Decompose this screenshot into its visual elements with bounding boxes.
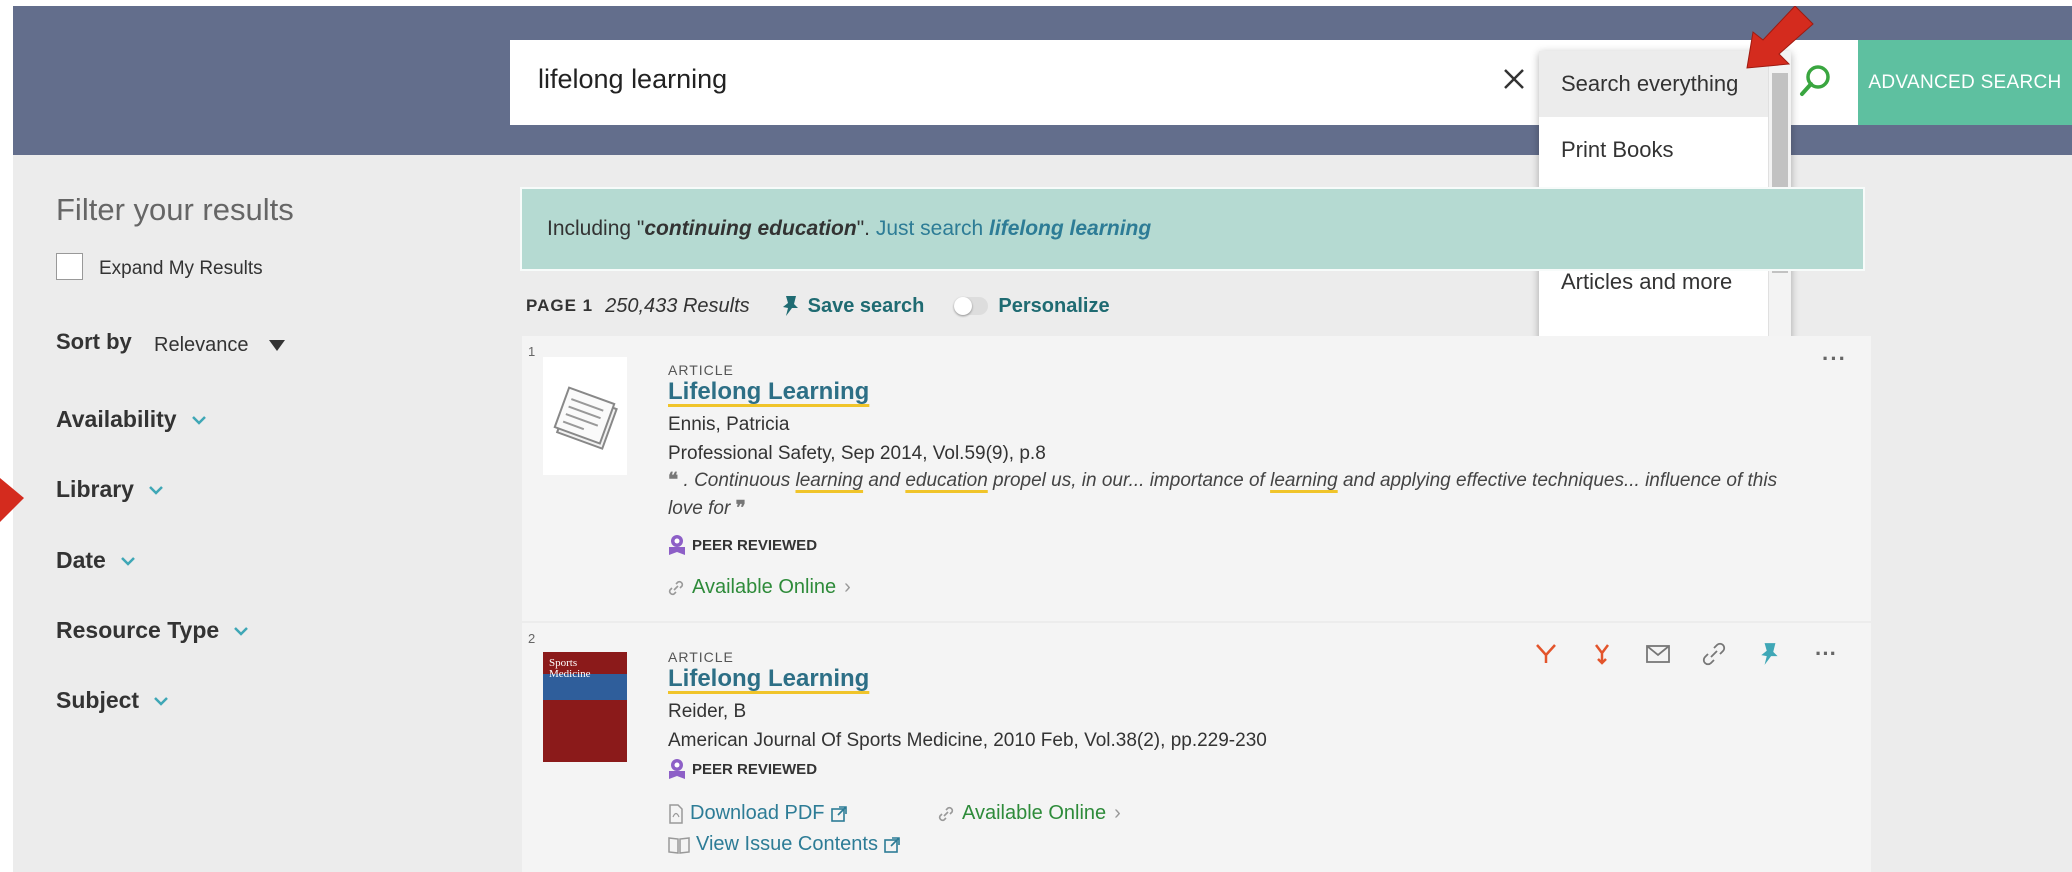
link-icon (668, 580, 684, 595)
chevron-down-icon (234, 626, 249, 636)
chevron-right-icon: › (844, 576, 851, 598)
banner-prefix: Including " (547, 217, 645, 240)
snippet-highlight: education (905, 470, 988, 491)
facet-label: Resource Type (56, 617, 220, 643)
cover-title: Sports Medicine (549, 657, 591, 680)
just-search-term-link[interactable]: lifelong learning (989, 217, 1151, 240)
close-icon[interactable] (1497, 62, 1531, 96)
permalink-icon[interactable] (1699, 639, 1729, 669)
result-author: Reider, B (668, 701, 747, 722)
citation-icon[interactable] (1531, 639, 1561, 669)
results-count: 250,433 Results (605, 294, 750, 317)
facet-availability[interactable]: Availability (56, 406, 209, 433)
peer-reviewed-badge: PEER REVIEWED (668, 534, 817, 556)
available-online-label: Available Online (962, 802, 1107, 824)
expand-results-checkbox[interactable] (56, 253, 83, 280)
save-search-button[interactable]: Save search (780, 294, 925, 318)
facet-subject[interactable]: Subject (56, 687, 171, 714)
scope-option-print-books[interactable]: Print Books (1539, 117, 1791, 183)
download-pdf-label: Download PDF (690, 802, 825, 824)
results-bar: PAGE 1 250,433 Results Save search Perso… (526, 294, 1110, 318)
close-quote-icon: ❞ (730, 498, 746, 519)
chevron-down-icon (154, 696, 168, 706)
sort-select[interactable]: Relevance (154, 334, 249, 357)
book-icon (668, 836, 690, 854)
snippet-highlight: learning (1270, 470, 1338, 491)
available-online-label: Available Online (692, 576, 837, 598)
banner-term: continuing education (644, 217, 857, 240)
journal-cover-image[interactable]: Sports Medicine (543, 652, 627, 762)
facet-label: Availability (56, 406, 177, 432)
page-label: PAGE 1 (526, 296, 594, 315)
peer-reviewed-icon (669, 759, 685, 779)
external-link-icon (830, 805, 847, 822)
peer-reviewed-badge: PEER REVIEWED (668, 758, 817, 780)
result-item[interactable]: 2 Sports Medicine ARTICLE Lifelong Learn… (522, 623, 1871, 872)
email-icon[interactable] (1643, 639, 1673, 669)
result-author: Ennis, Patricia (668, 414, 790, 435)
view-issue-contents-link[interactable]: View Issue Contents (668, 833, 900, 856)
facet-library[interactable]: Library (56, 476, 166, 503)
article-icon[interactable] (543, 357, 627, 475)
banner-text: Including "continuing education". Just s… (547, 217, 1151, 241)
chevron-down-icon (120, 556, 135, 566)
red-arrow-icon (1746, 6, 1814, 69)
pin-icon (782, 296, 798, 316)
result-source: American Journal Of Sports Medicine, 201… (668, 730, 1267, 751)
app-frame: lifelong learning ADVANCED SEARCH Search… (13, 6, 2072, 872)
peer-reviewed-label: PEER REVIEWED (692, 760, 818, 778)
view-issue-label: View Issue Contents (696, 833, 878, 855)
save-search-label: Save search (807, 294, 925, 317)
advanced-search-button[interactable]: ADVANCED SEARCH (1858, 40, 2072, 125)
facet-label: Subject (56, 687, 140, 713)
facet-date[interactable]: Date (56, 547, 138, 574)
pdf-icon (669, 803, 683, 824)
peer-reviewed-icon (669, 535, 685, 555)
more-icon[interactable]: ··· (1822, 346, 1847, 372)
personalize-toggle[interactable] (954, 297, 989, 315)
facet-resource-type[interactable]: Resource Type (56, 617, 251, 644)
external-link-icon (884, 836, 900, 853)
snippet-part: . Continuous (683, 470, 796, 491)
chevron-down-icon (191, 415, 206, 425)
search-input[interactable]: lifelong learning (538, 64, 727, 95)
banner-suffix: ". (856, 217, 876, 240)
result-type: ARTICLE (668, 649, 734, 665)
chevron-right-icon: › (1114, 802, 1121, 824)
result-title-link[interactable]: Lifelong Learning (668, 665, 869, 693)
link-icon (938, 806, 954, 821)
pin-icon[interactable] (1755, 639, 1785, 669)
export-icon[interactable] (1587, 639, 1617, 669)
just-search-link[interactable]: Just search (876, 217, 989, 240)
snippet-part: and (863, 470, 906, 491)
query-expansion-banner: Including "continuing education". Just s… (520, 187, 1865, 271)
result-actions: ··· (1531, 639, 1841, 669)
available-online-link[interactable]: Available Online › (668, 576, 851, 599)
result-type: ARTICLE (668, 362, 734, 378)
peer-reviewed-label: PEER REVIEWED (692, 536, 818, 554)
facet-label: Library (56, 476, 134, 502)
chevron-down-icon (149, 485, 163, 495)
filter-title: Filter your results (56, 192, 294, 227)
red-arrow-icon (0, 478, 24, 522)
open-quote-icon: ❝ (668, 470, 684, 491)
result-title-link[interactable]: Lifelong Learning (668, 378, 869, 406)
result-number: 2 (528, 631, 536, 646)
more-icon[interactable]: ··· (1811, 639, 1841, 669)
result-source: Professional Safety, Sep 2014, Vol.59(9)… (668, 443, 1046, 464)
personalize-label[interactable]: Personalize (998, 295, 1109, 318)
sort-by-label: Sort by (56, 329, 132, 354)
caret-down-icon[interactable] (269, 340, 285, 351)
result-snippet: ❝ . Continuous learning and education pr… (668, 467, 1778, 523)
result-item[interactable]: 1 ARTICLE Lifelong Learning Ennis, Patri… (522, 336, 1871, 621)
facet-label: Date (56, 547, 106, 573)
available-online-link[interactable]: Available Online › (938, 802, 1121, 825)
download-pdf-link[interactable]: Download PDF (668, 802, 847, 825)
expand-results-label[interactable]: Expand My Results (99, 258, 263, 280)
snippet-highlight: learning (795, 470, 864, 491)
result-number: 1 (528, 344, 536, 359)
snippet-part: propel us, in our... importance of (987, 470, 1271, 491)
